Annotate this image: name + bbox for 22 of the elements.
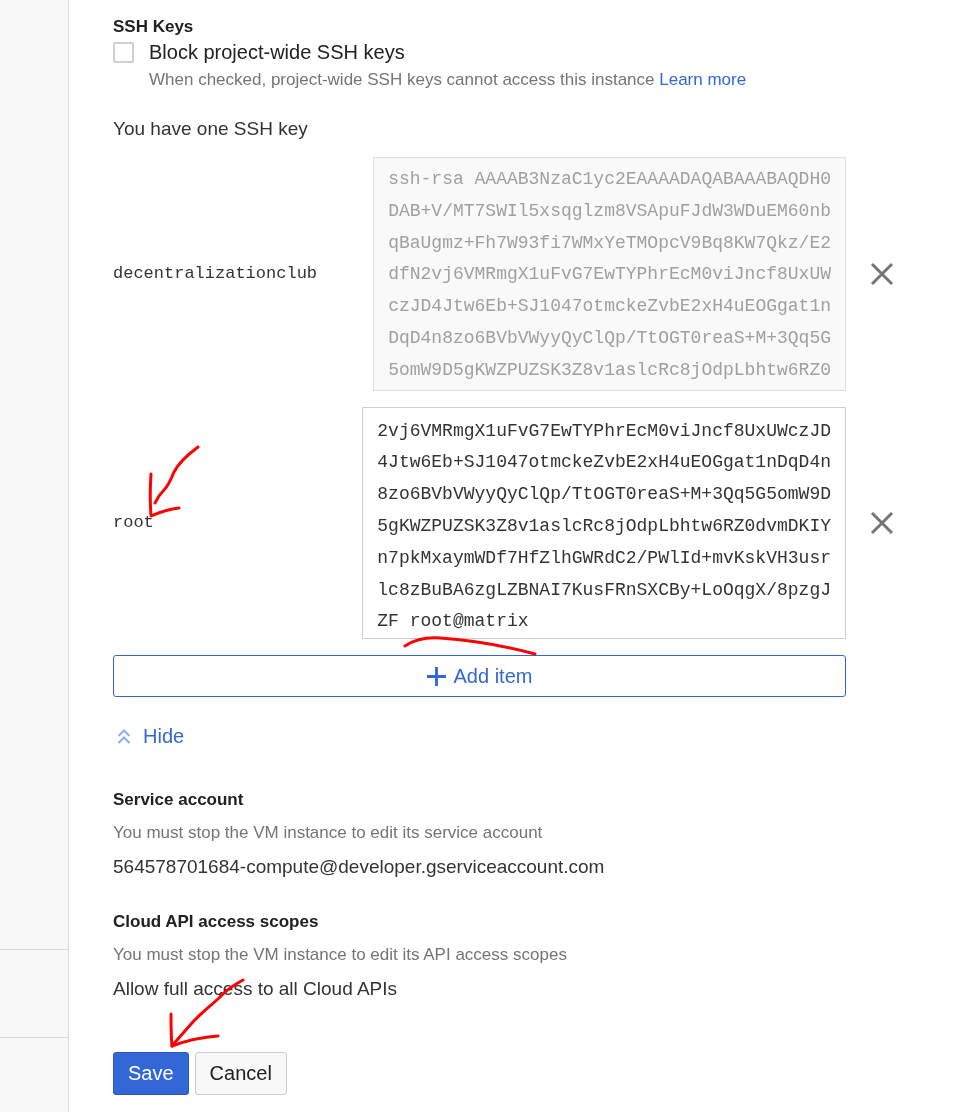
hint-text: When checked, project-wide SSH keys cannot access this instance Learn more	[149, 70, 747, 90]
hint-text: You must stop the VM instance to edit its API access scopes	[113, 945, 567, 966]
ssh-username: root	[113, 513, 154, 533]
save-button[interactable]: Save	[113, 1052, 189, 1096]
section-title: Service account	[113, 790, 244, 811]
checkbox[interactable]	[113, 42, 134, 63]
learn-more-link[interactable]: Learn more	[659, 70, 747, 89]
ssh-username: decentralizationclub	[113, 264, 318, 284]
plus-icon	[426, 666, 446, 686]
ssh-key-field[interactable]: 2vj6VMRmgX1uFvG7EwTYPhrEcM0viJncf8UxUWczJD 4Jtw6Eb+SJ1047otmckeZvbE2xH4uEOGgat1nDqD4n 8zo6BVbVWyyQyClQp/TtOGT0reaS+M+3Qq5G5omW9D 5gKWZPUZSK3Z8v1aslcRc8jOdpLbhtw6RZ0dvmDKIY n7pkMxaymWDf7HfZlhGWRdC2/PWlId+mvKskVH3usr lc8zBuBA6zgLZBNAI7KusFRnSXCBy+LoOqgX/8pzgJ ZF root@matrix	[362, 406, 846, 640]
checkbox-label[interactable]: Block project-wide SSH keys	[149, 42, 405, 63]
hint-text: You must stop the VM instance to edit its service account	[113, 823, 543, 844]
service-account-value: 564578701684-compute@developer.gserviceaccount.com	[113, 855, 605, 880]
ssh-key-count: You have one SSH key	[113, 117, 308, 141]
close-icon[interactable]	[870, 510, 894, 535]
double-chevron-icon	[117, 727, 131, 745]
hide-toggle[interactable]: Hide	[117, 724, 185, 749]
close-icon[interactable]	[870, 261, 894, 286]
add-item-button[interactable]: Add item	[113, 655, 846, 698]
section-title: SSH Keys	[113, 17, 194, 37]
section-title: Cloud API access scopes	[113, 912, 319, 933]
cancel-button[interactable]: Cancel	[194, 1052, 287, 1096]
